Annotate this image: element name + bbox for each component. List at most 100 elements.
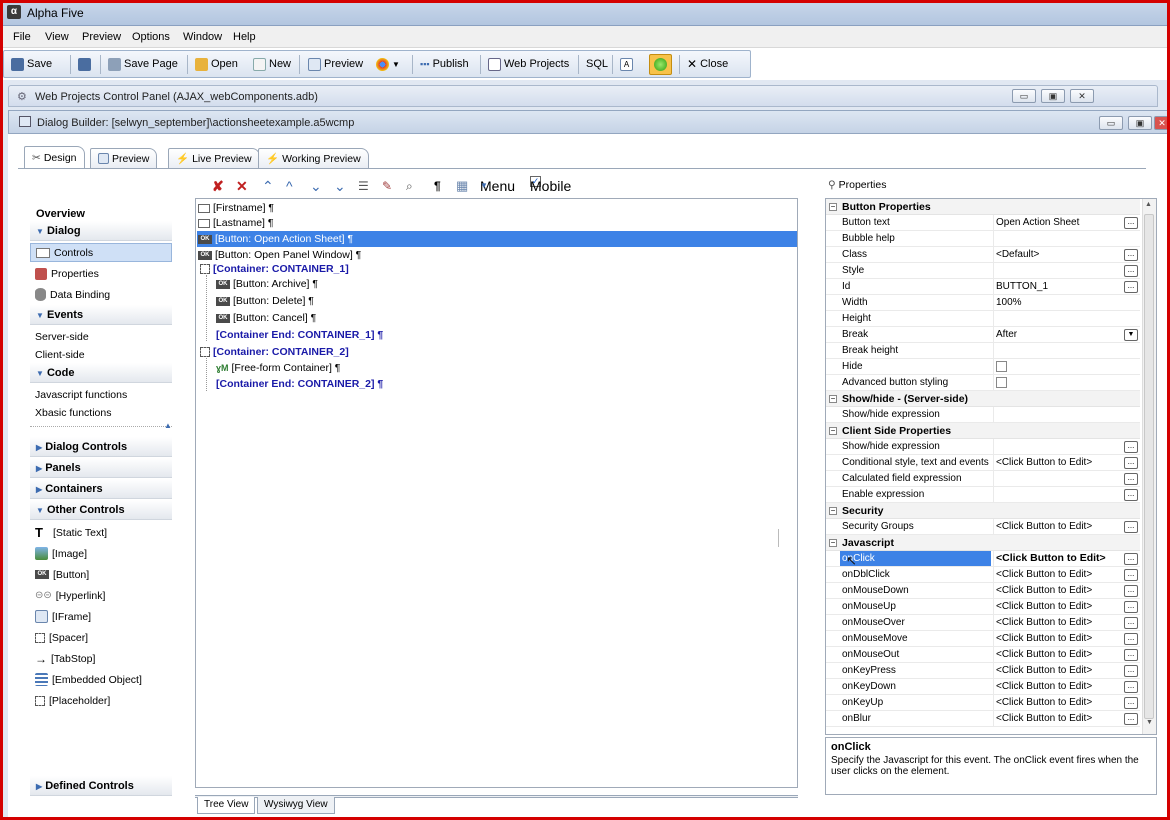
web-projects-button[interactable]: Web Projects — [484, 54, 573, 75]
db-close-button[interactable]: ✕ — [1154, 116, 1170, 130]
tab-preview[interactable]: Preview — [90, 148, 158, 168]
category-client-side[interactable]: − Client Side Properties — [826, 423, 1140, 439]
nav-item-server-side[interactable]: Server-side — [30, 327, 172, 346]
chevron-up-icon[interactable]: ▲ — [164, 421, 172, 430]
move-top-icon[interactable]: ⌃ — [262, 176, 274, 196]
prop-height[interactable]: Height — [826, 311, 1140, 327]
prop-value[interactable]: After — [996, 327, 1121, 342]
minimize-button[interactable]: ▭ — [1012, 89, 1036, 103]
tree-item-delete[interactable]: OK [Button: Delete] ¶ — [216, 293, 314, 309]
prop-onmousedown[interactable]: onMouseDown <Click Button to Edit>... — [826, 583, 1140, 599]
properties-scrollbar-thumb[interactable] — [1144, 214, 1154, 719]
ellipsis-button[interactable]: ... — [1124, 281, 1138, 293]
control-placeholder[interactable]: [Placeholder] — [30, 691, 172, 710]
prop-value[interactable]: <Default> — [996, 247, 1121, 262]
menu-preview[interactable]: Preview — [82, 31, 121, 43]
ellipsis-button[interactable]: ... — [1124, 249, 1138, 261]
nav-item-client-side[interactable]: Client-side — [30, 345, 172, 364]
nav-section-dialog[interactable]: ▼ Dialog — [30, 221, 172, 241]
new-button[interactable]: New — [249, 54, 295, 75]
nav-section-defined-controls[interactable]: ▶ Defined Controls — [30, 776, 172, 796]
prop-button-text[interactable]: Button text Open Action Sheet... — [826, 215, 1140, 231]
ellipsis-button[interactable]: ... — [1124, 217, 1138, 229]
prop-value[interactable]: <Click Button to Edit> — [996, 599, 1121, 614]
ellipsis-button[interactable]: ... — [1124, 649, 1138, 661]
prop-client-show-hide[interactable]: Show/hide expression... — [826, 439, 1140, 455]
ellipsis-button[interactable]: ... — [1124, 617, 1138, 629]
prop-value[interactable]: <Click Button to Edit> — [996, 647, 1121, 662]
grid-icon[interactable]: ▦ — [456, 176, 468, 196]
category-button-properties[interactable]: − Button Properties — [826, 199, 1140, 215]
menu-help[interactable]: Help — [233, 31, 256, 43]
prop-value[interactable]: <Click Button to Edit> — [996, 615, 1121, 630]
find-icon[interactable]: ⌕ — [406, 176, 413, 196]
ellipsis-button[interactable]: ... — [1124, 681, 1138, 693]
save-button[interactable]: Save — [7, 54, 56, 75]
control-tabstop[interactable]: → [TabStop] — [30, 649, 172, 668]
menu-file[interactable]: File — [13, 31, 31, 43]
prop-bubble-help[interactable]: Bubble help — [826, 231, 1140, 247]
nav-item-properties[interactable]: Properties — [30, 264, 172, 283]
tree-item-container-2[interactable]: [Container: CONTAINER_2] — [200, 344, 349, 360]
prop-value[interactable]: BUTTON_1 — [996, 279, 1121, 294]
nav-section-events[interactable]: ▼ Events — [30, 305, 172, 325]
ellipsis-button[interactable]: ... — [1124, 633, 1138, 645]
prop-value[interactable]: <Click Button to Edit> — [996, 695, 1121, 710]
prop-width[interactable]: Width 100% — [826, 295, 1140, 311]
control-image[interactable]: [Image] — [30, 544, 172, 563]
tree-item-cancel[interactable]: OK [Button: Cancel] ¶ — [216, 310, 316, 326]
prop-value[interactable]: <Click Button to Edit> — [996, 711, 1121, 726]
nav-section-other-controls[interactable]: ▼ Other Controls — [30, 500, 172, 520]
prop-value[interactable]: <Click Button to Edit> — [996, 583, 1121, 598]
prop-security-groups[interactable]: Security Groups <Click Button to Edit>... — [826, 519, 1140, 535]
hide-checkbox[interactable] — [996, 361, 1007, 372]
tree-item-free-form-container[interactable]: ɣM [Free-form Container] ¶ — [216, 360, 340, 376]
prop-onkeyup[interactable]: onKeyUp <Click Button to Edit>... — [826, 695, 1140, 711]
advanced-styling-checkbox[interactable] — [996, 377, 1007, 388]
menu-options[interactable]: Options — [132, 31, 170, 43]
tab-wysiwyg-view[interactable]: Wysiwyg View — [257, 797, 335, 814]
restore-button[interactable]: ▣ — [1041, 89, 1065, 103]
prop-value[interactable]: <Click Button to Edit> — [996, 679, 1121, 694]
db-minimize-button[interactable]: ▭ — [1099, 116, 1123, 130]
prop-advanced-button-styling[interactable]: Advanced button styling — [826, 375, 1140, 391]
scroll-up-icon[interactable]: ▲ — [1145, 201, 1152, 208]
status-light-button[interactable] — [649, 54, 672, 75]
menu-window[interactable]: Window — [183, 31, 222, 43]
ellipsis-button[interactable]: ... — [1124, 473, 1138, 485]
control-static-text[interactable]: T [Static Text] — [30, 523, 172, 542]
tree-item-container-1[interactable]: [Container: CONTAINER_1] — [200, 261, 349, 277]
prop-break[interactable]: Break After ▼ — [826, 327, 1140, 343]
dropdown-arrow-icon[interactable]: ▼ — [1124, 329, 1138, 341]
tab-live-preview[interactable]: ⚡ Live Preview — [168, 148, 260, 168]
prop-value[interactable]: 100% — [996, 295, 1121, 310]
control-button[interactable]: OK [Button] — [30, 565, 172, 584]
tab-tree-view[interactable]: Tree View — [197, 797, 256, 814]
delete-all-icon[interactable]: ✘ — [212, 176, 224, 196]
control-spacer[interactable]: [Spacer] — [30, 628, 172, 647]
pilcrow-icon[interactable]: ¶ — [434, 176, 441, 196]
nav-section-dialog-controls[interactable]: ▶ Dialog Controls — [30, 437, 172, 457]
nav-item-data-binding[interactable]: Data Binding — [30, 285, 172, 304]
prop-onmouseout[interactable]: onMouseOut <Click Button to Edit>... — [826, 647, 1140, 663]
prop-show-hide-expression[interactable]: Show/hide expression — [826, 407, 1140, 423]
prop-class[interactable]: Class <Default>... — [826, 247, 1140, 263]
category-javascript[interactable]: − Javascript — [826, 535, 1140, 551]
ellipsis-button[interactable]: ... — [1124, 601, 1138, 613]
prop-value[interactable]: <Click Button to Edit> — [996, 663, 1121, 678]
prop-value[interactable]: Open Action Sheet — [996, 215, 1121, 230]
tab-design[interactable]: ✂ Design — [24, 146, 85, 169]
tree-item-container-2-end[interactable]: [Container End: CONTAINER_2] ¶ — [216, 376, 383, 392]
nav-item-controls[interactable]: Controls — [30, 243, 172, 262]
control-iframe[interactable]: [IFrame] — [30, 607, 172, 626]
move-down-icon[interactable]: ⌄ — [310, 176, 322, 196]
close-button[interactable]: ✕ Close — [683, 54, 732, 75]
prop-id[interactable]: Id BUTTON_1... — [826, 279, 1140, 295]
prop-onmouseover[interactable]: onMouseOver <Click Button to Edit>... — [826, 615, 1140, 631]
scroll-down-icon[interactable]: ▼ — [1146, 719, 1153, 726]
publish-button[interactable]: ▪▪▪ Publish — [416, 54, 473, 75]
prop-onblur[interactable]: onBlur <Click Button to Edit>... — [826, 711, 1140, 727]
category-security[interactable]: − Security — [826, 503, 1140, 519]
nav-section-code[interactable]: ▼ Code — [30, 363, 172, 383]
ellipsis-button[interactable]: ... — [1124, 713, 1138, 725]
